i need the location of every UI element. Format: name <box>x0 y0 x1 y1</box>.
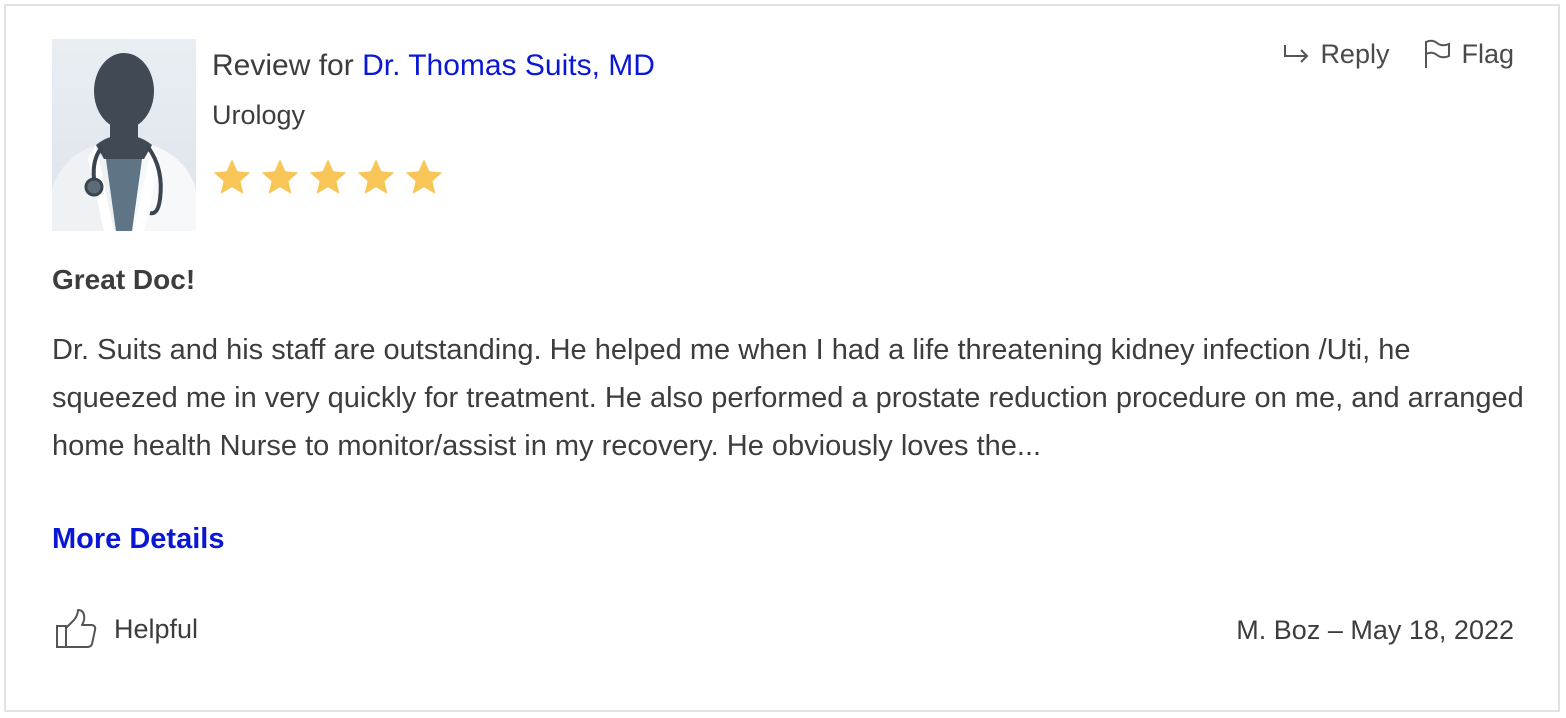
flag-button[interactable]: Flag <box>1423 34 1514 74</box>
doctor-silhouette-icon <box>52 53 196 231</box>
star-icon <box>357 159 395 194</box>
star-icon <box>261 159 299 194</box>
helpful-button[interactable]: Helpful <box>54 608 198 650</box>
flag-icon <box>1425 39 1451 68</box>
review-for-label: Review for <box>212 49 354 82</box>
reply-button[interactable]: Reply <box>1282 34 1389 74</box>
review-date: May 18, 2022 <box>1350 615 1514 645</box>
star-icon <box>213 159 251 194</box>
thumbs-up-icon <box>56 609 97 648</box>
doctor-avatar <box>52 39 196 231</box>
review-title: Great Doc! <box>52 264 196 295</box>
review-actions: Reply Flag <box>1282 34 1514 74</box>
review-author: M. Boz <box>1236 615 1321 645</box>
star-icon <box>309 159 347 194</box>
reply-label: Reply <box>1320 39 1390 69</box>
doctor-specialty: Urology <box>212 100 306 130</box>
star-icon <box>405 159 443 194</box>
more-details-link[interactable]: More Details <box>52 519 224 559</box>
review-byline: M. Boz – May 18, 2022 <box>1236 610 1514 650</box>
flag-label: Flag <box>1461 39 1514 69</box>
doctor-name-link[interactable]: Dr. Thomas Suits, MD <box>362 49 655 82</box>
helpful-label: Helpful <box>114 613 199 644</box>
byline-separator: – <box>1327 615 1343 645</box>
review-heading: Review for Dr. Thomas Suits, MD <box>212 46 655 86</box>
reply-arrow-icon <box>1284 45 1309 63</box>
star-rating <box>210 156 446 200</box>
review-body: Dr. Suits and his staff are outstanding.… <box>52 334 1524 462</box>
review-card: Review for Dr. Thomas Suits, MD Urology … <box>4 4 1560 712</box>
